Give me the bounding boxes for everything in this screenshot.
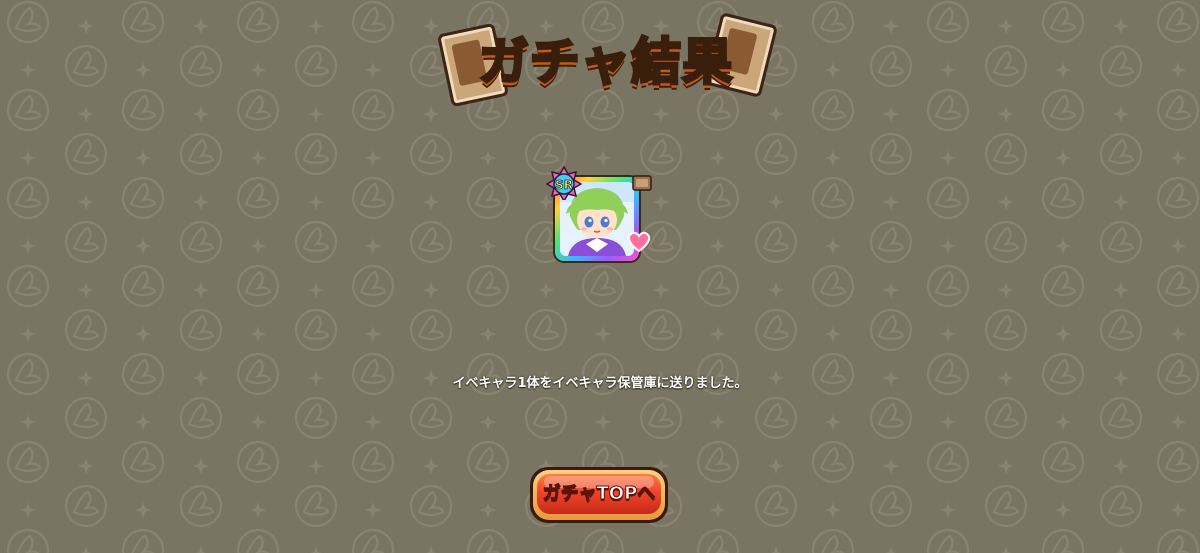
gacha-top-button-label: ガチャTOPへ: [542, 483, 656, 505]
page-title: ガチャ結果: [477, 32, 734, 93]
rarity-label: SR: [555, 178, 573, 192]
character-card[interactable]: SR: [546, 166, 656, 270]
sr-rarity-badge-icon: SR: [546, 166, 582, 200]
gacha-top-button[interactable]: ガチャTOPへ: [530, 467, 668, 523]
event-tag-icon: [632, 175, 652, 191]
heart-icon: [627, 231, 651, 252]
title-banner: ガチャ結果: [436, 12, 779, 108]
gacha-result-screen: ガチャ結果 SR イベキャラ1体をイベキャラ保管庫に送りました。 ガチャTOPへ: [0, 0, 1200, 553]
result-message: イベキャラ1体をイベキャラ保管庫に送りました。: [452, 376, 748, 391]
